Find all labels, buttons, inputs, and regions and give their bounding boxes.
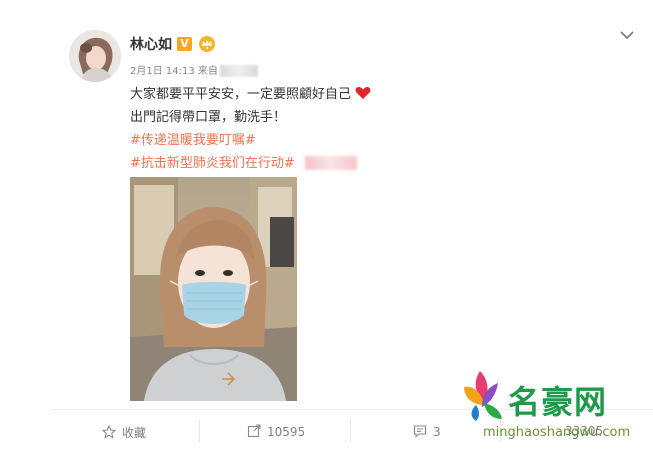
post-timestamp: 2月1日 14:13 来自: [130, 66, 218, 77]
repost-button[interactable]: 10595: [247, 424, 305, 439]
username[interactable]: 林心如: [130, 34, 172, 54]
comment-button[interactable]: 3: [413, 424, 441, 439]
action-separator: [199, 420, 200, 442]
blurred-tag: [305, 156, 357, 170]
repost-icon: [247, 424, 261, 438]
source-blurred: [219, 65, 258, 77]
avatar-image: [69, 30, 121, 82]
crown-icon: [199, 36, 215, 52]
favorite-button[interactable]: 收藏: [101, 424, 147, 441]
watermark-logo-icon: [464, 371, 502, 421]
avatar[interactable]: [69, 30, 121, 82]
hashtag-2[interactable]: #抗击新型肺炎我们在行动#: [130, 152, 295, 171]
post-text-line1: 大家都要平平安安，一定要照顧好自己: [130, 83, 371, 102]
comment-count: 3: [433, 425, 441, 439]
post-photo[interactable]: [130, 177, 297, 401]
verified-icon: V: [177, 37, 192, 51]
post-text-line1-content: 大家都要平平安安，一定要照顧好自己: [130, 87, 352, 102]
chevron-down-icon[interactable]: [618, 28, 636, 42]
repost-count: 10595: [267, 425, 306, 439]
watermark-name: 名豪网: [508, 383, 608, 421]
star-icon: [101, 424, 117, 439]
favorite-label: 收藏: [122, 426, 147, 440]
hashtag-1[interactable]: #传递温暖我要叮嘱#: [130, 129, 256, 148]
heart-icon: [355, 87, 371, 99]
comment-icon: [413, 425, 427, 438]
action-separator: [350, 420, 351, 442]
watermark-url: minghaoshangwu.com: [483, 425, 631, 440]
post-photo-image: [130, 177, 297, 401]
post-meta: 2月1日 14:13 来自: [130, 62, 258, 77]
post-text-line2: 出門記得帶口罩，勤洗手！: [130, 110, 287, 125]
